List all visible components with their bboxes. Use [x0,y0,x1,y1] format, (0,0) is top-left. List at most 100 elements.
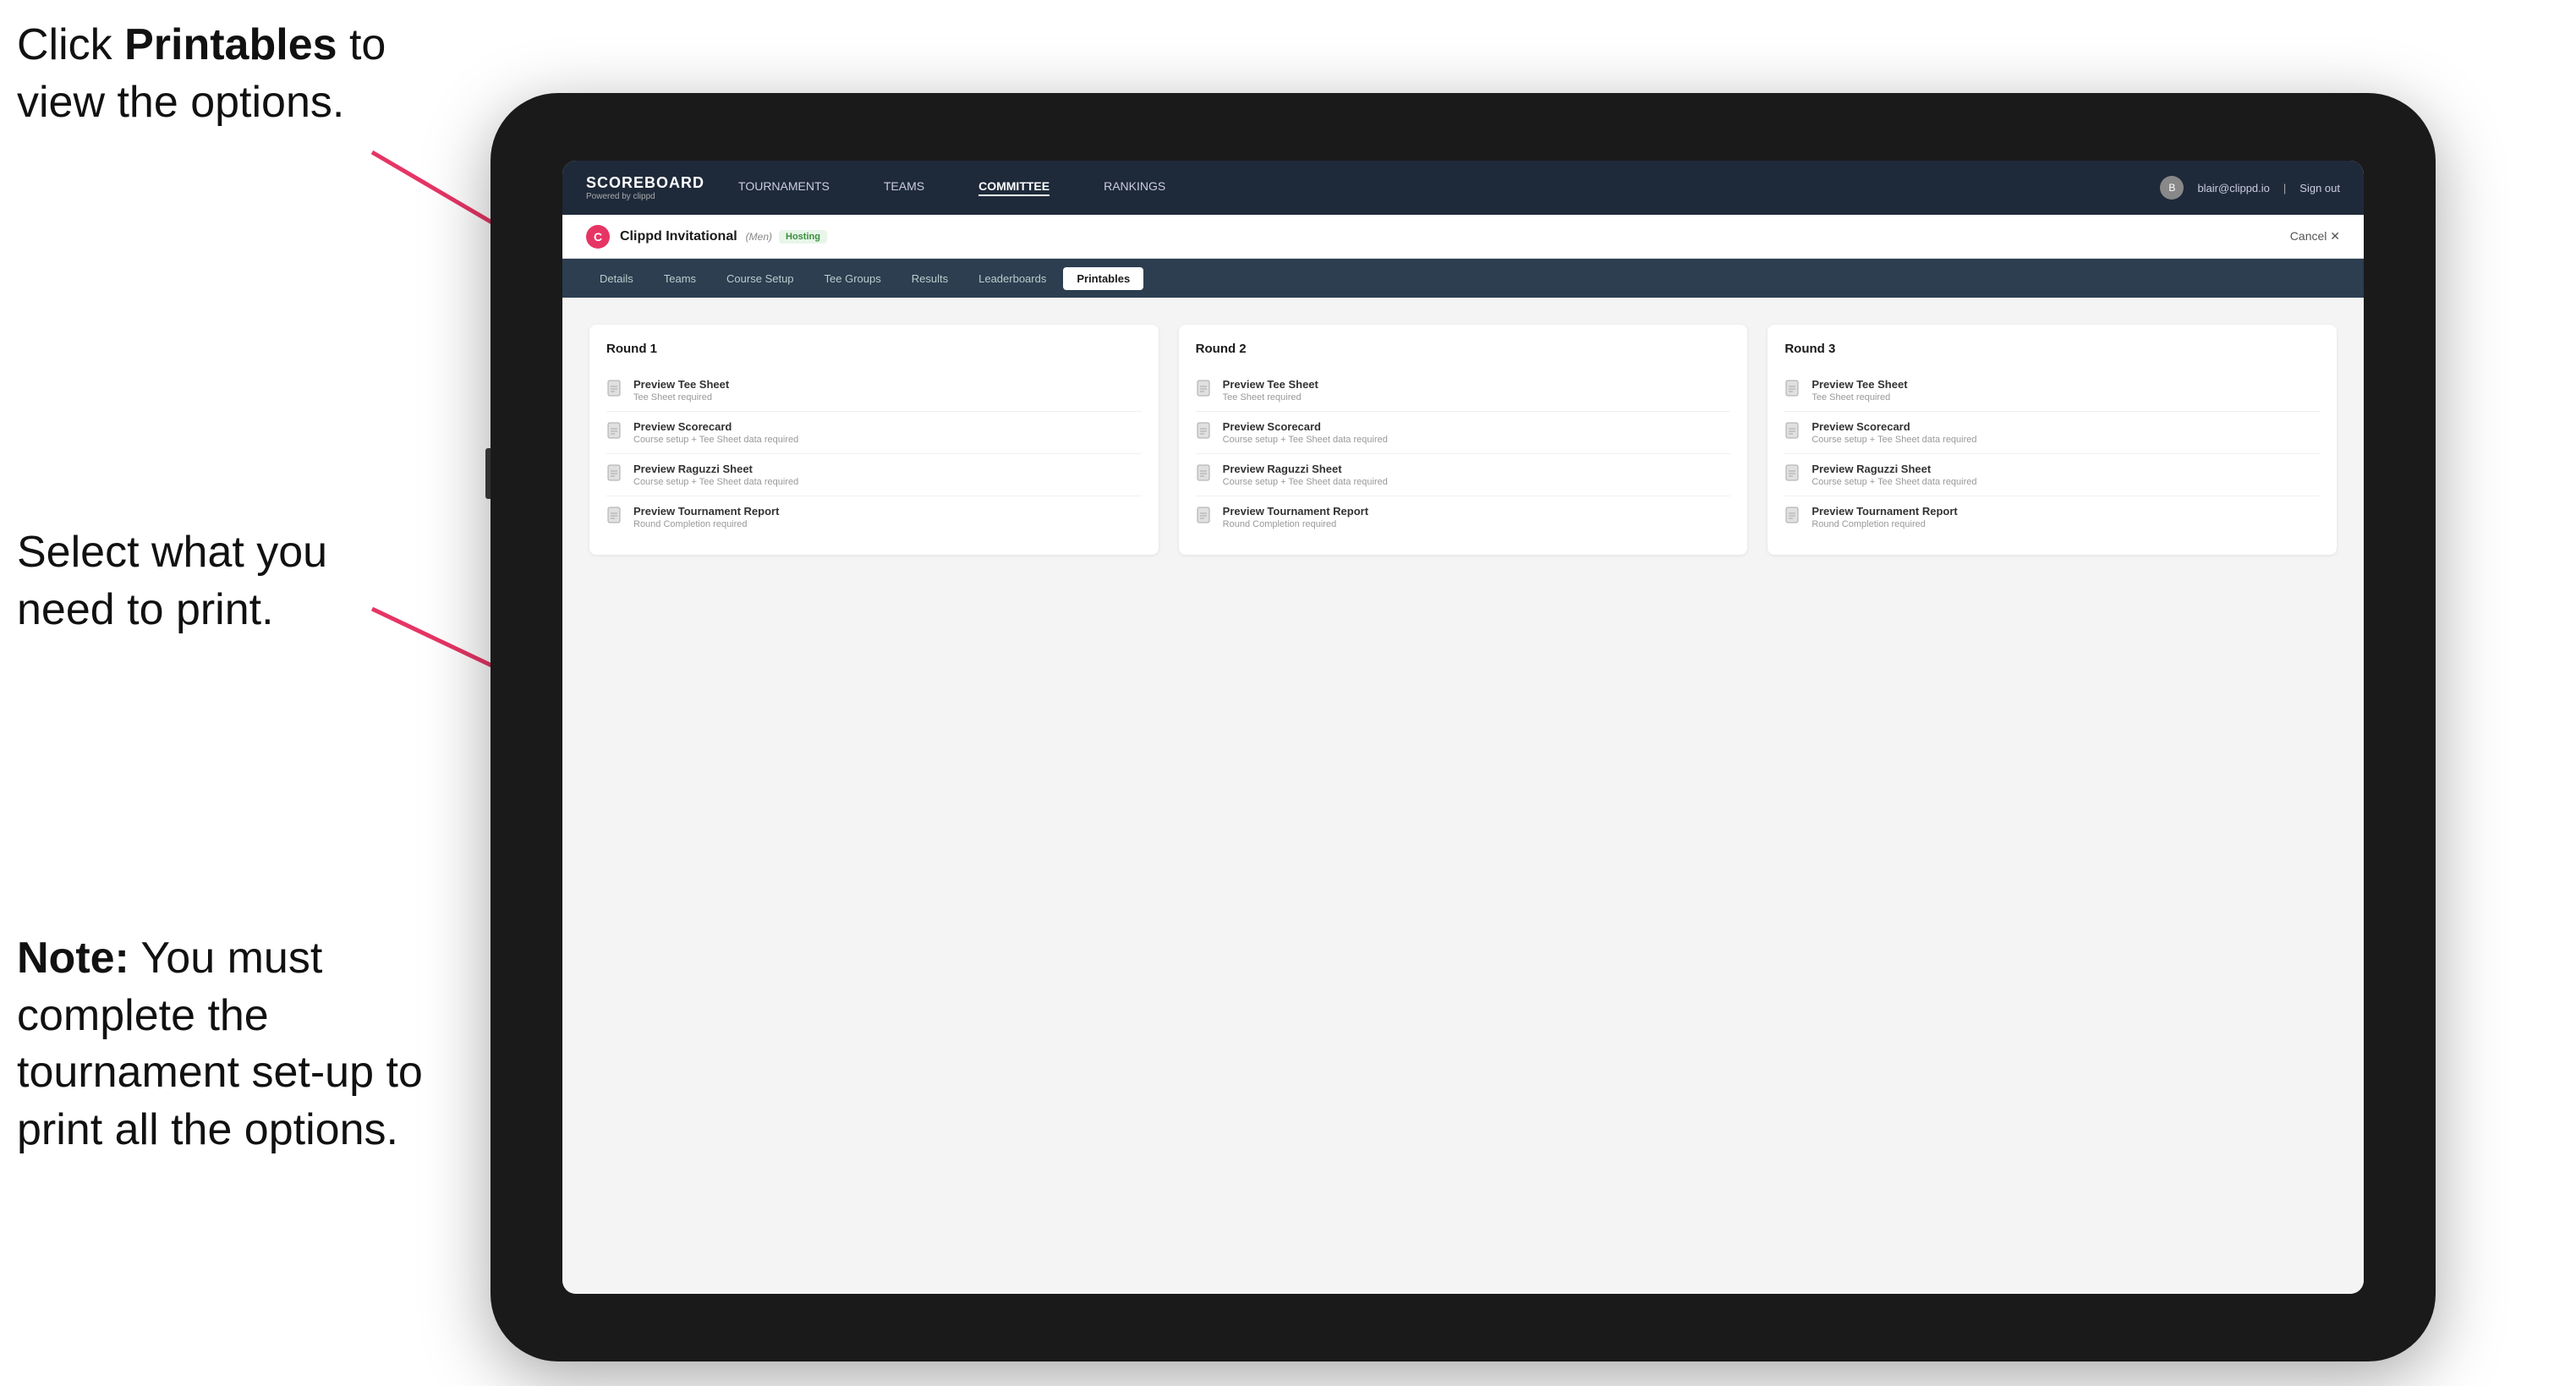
doc-icon [606,464,625,486]
print-item-r1-3[interactable]: Preview Tournament Report Round Completi… [606,496,1142,538]
tab-tee-groups[interactable]: Tee Groups [811,267,895,290]
print-item-r3-2[interactable]: Preview Raguzzi Sheet Course setup + Tee… [1784,454,2320,496]
print-item-text: Preview Tee Sheet Tee Sheet required [1811,378,1907,403]
sign-out-link[interactable]: Sign out [2299,182,2340,194]
print-item-title: Preview Scorecard [633,420,798,433]
print-item-title: Preview Tournament Report [633,505,779,518]
print-item-r1-2[interactable]: Preview Raguzzi Sheet Course setup + Tee… [606,454,1142,496]
print-item-text: Preview Tournament Report Round Completi… [1223,505,1368,529]
print-item-sub: Course setup + Tee Sheet data required [1811,435,1976,445]
print-item-r2-3[interactable]: Preview Tournament Report Round Completi… [1196,496,1731,538]
round-3-section: Round 3 Preview Tee Sheet Tee Sheet requ… [1768,325,2337,555]
brand-sub: Powered by clippd [586,192,704,201]
doc-icon [1196,422,1214,444]
print-item-title: Preview Tee Sheet [1811,378,1907,391]
print-item-sub: Course setup + Tee Sheet data required [1223,477,1388,487]
print-item-r3-0[interactable]: Preview Tee Sheet Tee Sheet required [1784,370,2320,412]
print-item-sub: Course setup + Tee Sheet data required [1811,477,1976,487]
doc-icon [1196,464,1214,486]
tablet-button [485,448,491,499]
print-item-sub: Tee Sheet required [1223,392,1318,403]
print-item-title: Preview Tournament Report [1223,505,1368,518]
brand-title: SCOREBOARD [586,174,704,192]
tab-results[interactable]: Results [898,267,962,290]
print-item-text: Preview Tee Sheet Tee Sheet required [1223,378,1318,403]
nav-right: B blair@clippd.io | Sign out [2160,176,2340,200]
tablet-screen: SCOREBOARD Powered by clippd TOURNAMENTS… [562,161,2364,1294]
instruction-mid: Select what you need to print. [17,524,327,638]
nav-links: TOURNAMENTS TEAMS COMMITTEE RANKINGS [738,179,2160,196]
print-item-title: Preview Raguzzi Sheet [1223,463,1388,475]
doc-icon [1784,380,1803,402]
tab-printables[interactable]: Printables [1063,267,1143,290]
print-item-title: Preview Scorecard [1811,420,1976,433]
nav-tournaments[interactable]: TOURNAMENTS [738,179,830,196]
print-item-text: Preview Tournament Report Round Completi… [1811,505,1957,529]
nav-committee[interactable]: COMMITTEE [978,179,1050,196]
print-item-text: Preview Tournament Report Round Completi… [633,505,779,529]
doc-icon [606,422,625,444]
print-item-r1-1[interactable]: Preview Scorecard Course setup + Tee She… [606,412,1142,454]
print-item-sub: Round Completion required [1223,519,1368,529]
user-avatar: B [2160,176,2184,200]
tournament-logo: C [586,225,610,249]
print-item-r2-1[interactable]: Preview Scorecard Course setup + Tee She… [1196,412,1731,454]
doc-icon [606,380,625,402]
print-item-sub: Course setup + Tee Sheet data required [633,435,798,445]
tournament-badge: (Men) [746,231,772,243]
round-1-section: Round 1 Preview Tee Sheet Tee Sheet requ… [589,325,1159,555]
print-item-text: Preview Scorecard Course setup + Tee She… [1223,420,1388,445]
cancel-button[interactable]: Cancel ✕ [2290,229,2340,244]
doc-icon [1784,507,1803,529]
round-1-title: Round 1 [606,342,1142,356]
user-email: blair@clippd.io [2197,182,2269,194]
tournament-name: Clippd Invitational [620,229,737,244]
print-item-text: Preview Scorecard Course setup + Tee She… [1811,420,1976,445]
print-item-title: Preview Scorecard [1223,420,1388,433]
print-item-sub: Tee Sheet required [633,392,729,403]
tab-teams[interactable]: Teams [650,267,710,290]
round-2-section: Round 2 Preview Tee Sheet Tee Sheet requ… [1179,325,1748,555]
print-item-r2-2[interactable]: Preview Raguzzi Sheet Course setup + Tee… [1196,454,1731,496]
hosting-badge: Hosting [779,230,827,244]
tab-leaderboards[interactable]: Leaderboards [965,267,1060,290]
nav-teams[interactable]: TEAMS [884,179,924,196]
print-item-sub: Round Completion required [633,519,779,529]
print-item-text: Preview Raguzzi Sheet Course setup + Tee… [633,463,798,487]
instruction-bottom: Note: You must complete the tournament s… [17,930,457,1159]
rounds-grid: Round 1 Preview Tee Sheet Tee Sheet requ… [589,325,2337,555]
print-item-text: Preview Raguzzi Sheet Course setup + Tee… [1223,463,1388,487]
print-item-title: Preview Tee Sheet [633,378,729,391]
main-content: Round 1 Preview Tee Sheet Tee Sheet requ… [562,298,2364,1294]
print-item-sub: Tee Sheet required [1811,392,1907,403]
print-item-r3-1[interactable]: Preview Scorecard Course setup + Tee She… [1784,412,2320,454]
print-item-text: Preview Raguzzi Sheet Course setup + Tee… [1811,463,1976,487]
tournament-header: C Clippd Invitational (Men) Hosting Canc… [562,215,2364,259]
tablet-frame: SCOREBOARD Powered by clippd TOURNAMENTS… [491,93,2436,1361]
doc-icon [1196,507,1214,529]
print-item-r2-0[interactable]: Preview Tee Sheet Tee Sheet required [1196,370,1731,412]
round-3-title: Round 3 [1784,342,2320,356]
print-item-sub: Course setup + Tee Sheet data required [1223,435,1388,445]
print-item-title: Preview Raguzzi Sheet [1811,463,1976,475]
print-item-sub: Course setup + Tee Sheet data required [633,477,798,487]
print-item-sub: Round Completion required [1811,519,1957,529]
print-item-r3-3[interactable]: Preview Tournament Report Round Completi… [1784,496,2320,538]
print-item-title: Preview Tournament Report [1811,505,1957,518]
top-nav: SCOREBOARD Powered by clippd TOURNAMENTS… [562,161,2364,215]
doc-icon [606,507,625,529]
tab-details[interactable]: Details [586,267,647,290]
round-2-title: Round 2 [1196,342,1731,356]
instruction-top: Click Printables toview the options. [17,17,386,131]
print-item-title: Preview Raguzzi Sheet [633,463,798,475]
nav-rankings[interactable]: RANKINGS [1104,179,1165,196]
tab-course-setup[interactable]: Course Setup [713,267,808,290]
print-item-text: Preview Scorecard Course setup + Tee She… [633,420,798,445]
doc-icon [1196,380,1214,402]
print-item-title: Preview Tee Sheet [1223,378,1318,391]
sub-tabs: Details Teams Course Setup Tee Groups Re… [562,259,2364,298]
doc-icon [1784,464,1803,486]
doc-icon [1784,422,1803,444]
brand: SCOREBOARD Powered by clippd [586,174,704,201]
print-item-r1-0[interactable]: Preview Tee Sheet Tee Sheet required [606,370,1142,412]
